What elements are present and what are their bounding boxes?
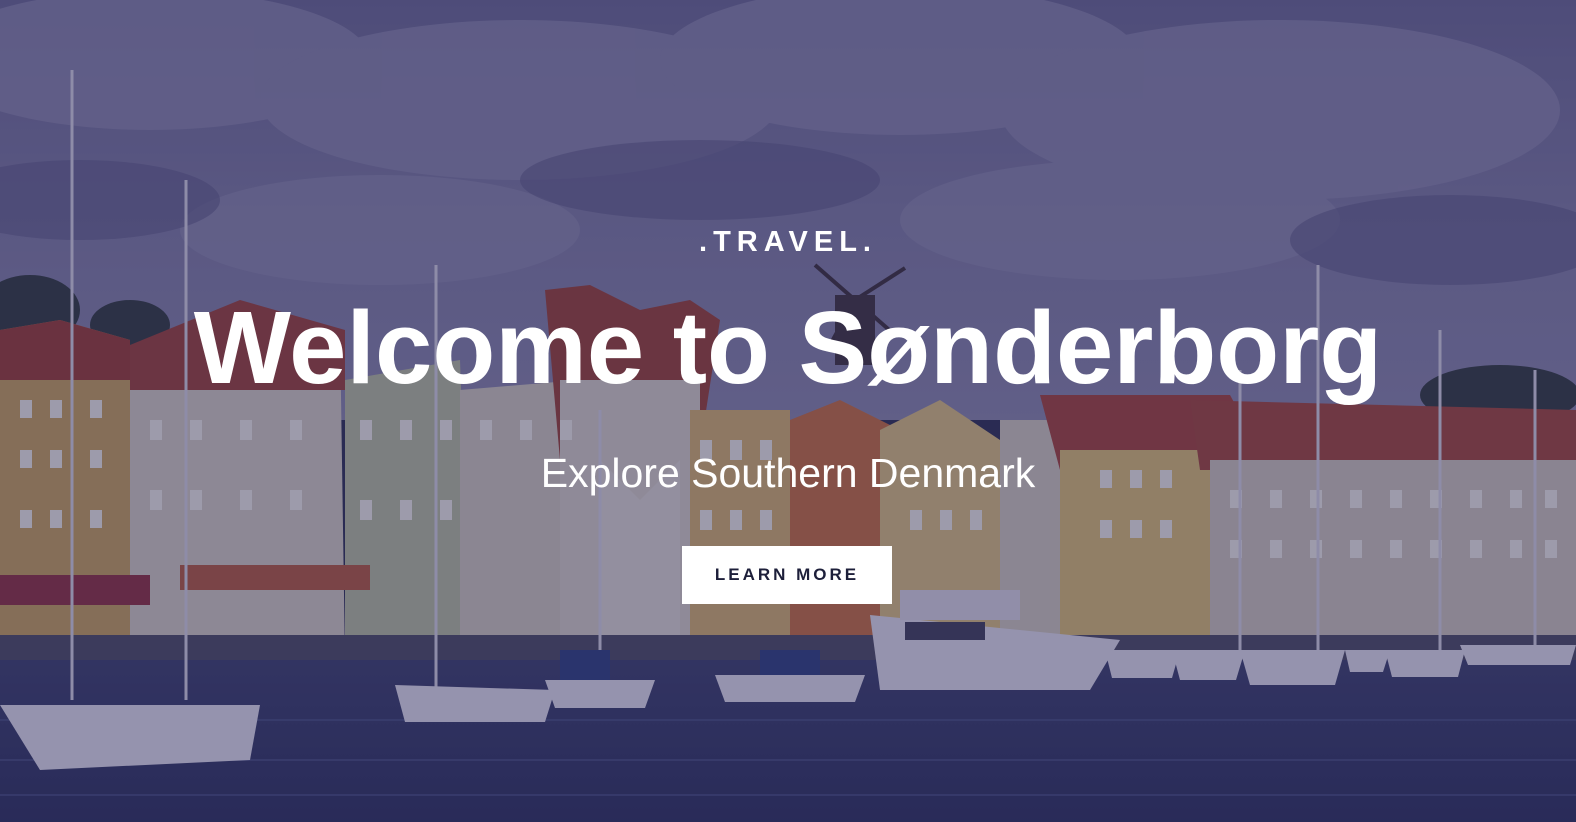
hero-eyebrow: .TRAVEL.: [699, 226, 877, 258]
hero-title: Welcome to Sønderborg: [193, 290, 1383, 405]
hero-section: .TRAVEL. Welcome to Sønderborg Explore S…: [0, 0, 1576, 822]
learn-more-button[interactable]: LEARN MORE: [682, 546, 892, 604]
hero-subtitle: Explore Southern Denmark: [540, 450, 1036, 496]
hero-content: .TRAVEL. Welcome to Sønderborg Explore S…: [0, 0, 1576, 822]
